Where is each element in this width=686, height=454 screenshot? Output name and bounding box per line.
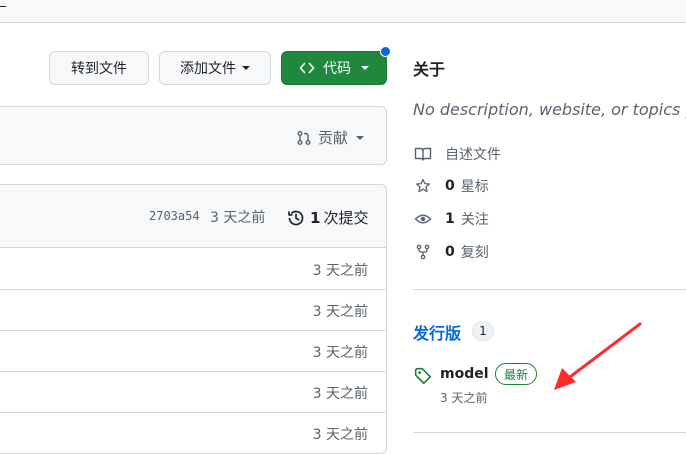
star-icon	[413, 178, 433, 194]
commit-label: 次提交	[323, 209, 369, 227]
fork-icon	[413, 244, 433, 260]
divider	[413, 289, 686, 290]
release-date: 3 天之前	[440, 391, 488, 405]
table-row[interactable]: 3 天之前	[0, 289, 386, 331]
pull-request-icon	[297, 130, 311, 145]
commit-time: 3 天之前	[210, 210, 266, 226]
add-file-button[interactable]: 添加文件	[159, 51, 271, 85]
table-row[interactable]: 3 天之前	[0, 330, 386, 372]
forks-count: 0	[445, 244, 455, 260]
code-label: 代码	[323, 61, 351, 77]
file-time: 3 天之前	[312, 427, 368, 443]
chevron-down-icon	[361, 66, 369, 70]
contribute-dropdown[interactable]: 贡献	[296, 127, 364, 148]
releases-count-badge: 1	[472, 321, 494, 341]
book-icon	[413, 146, 433, 162]
chevron-down-icon	[242, 66, 250, 70]
about-title: 关于	[413, 60, 446, 79]
readme-label: 自述文件	[445, 147, 501, 163]
file-time: 3 天之前	[312, 263, 368, 279]
tag-icon	[414, 367, 432, 385]
notification-dot	[380, 46, 391, 57]
latest-badge: 最新	[495, 363, 538, 385]
release-tag-link[interactable]: model	[440, 366, 489, 382]
code-button[interactable]: 代码	[281, 51, 387, 85]
file-time: 3 天之前	[312, 386, 368, 402]
latest-commit-bar: 2703a54 3 天之前 1 次提交	[0, 185, 386, 248]
releases-title[interactable]: 发行版	[413, 320, 461, 344]
goto-file-button[interactable]: 转到文件	[49, 51, 149, 85]
readme-link[interactable]: 自述文件	[413, 144, 501, 164]
code-icon	[299, 62, 315, 74]
file-time: 3 天之前	[312, 345, 368, 361]
file-list: 2703a54 3 天之前 1 次提交 3 天之前 3 天之前 3 天之前 3 …	[0, 184, 387, 454]
commit-count: 1	[310, 208, 321, 227]
branch-info-bar: 贡献	[0, 106, 387, 165]
stars-link[interactable]: 0 星标	[413, 176, 489, 196]
annotation-arrow	[554, 322, 642, 390]
table-row[interactable]: 3 天之前	[0, 248, 386, 290]
top-strip	[0, 0, 686, 23]
stars-count: 0	[445, 178, 455, 194]
goto-file-label: 转到文件	[71, 61, 127, 77]
commit-sha[interactable]: 2703a54	[149, 209, 200, 223]
watchers-label: 关注	[460, 212, 489, 228]
stars-label: 星标	[460, 179, 489, 195]
commits-link[interactable]: 1 次提交	[287, 207, 368, 228]
table-row[interactable]: 3 天之前	[0, 371, 386, 413]
about-description: No description, website, or topics pr	[413, 100, 686, 119]
file-time: 3 天之前	[312, 304, 368, 320]
forks-link[interactable]: 0 复刻	[413, 242, 489, 262]
divider	[413, 432, 686, 433]
add-file-label: 添加文件	[180, 61, 236, 77]
watchers-link[interactable]: 1 关注	[413, 209, 489, 229]
watchers-count: 1	[445, 211, 455, 227]
corner-mark	[0, 6, 6, 7]
forks-label: 复刻	[460, 245, 489, 261]
history-icon	[288, 210, 304, 225]
contribute-label: 贡献	[317, 129, 348, 147]
eye-icon	[413, 211, 433, 227]
chevron-down-icon	[356, 135, 364, 140]
table-row[interactable]: 3 天之前	[0, 412, 386, 453]
